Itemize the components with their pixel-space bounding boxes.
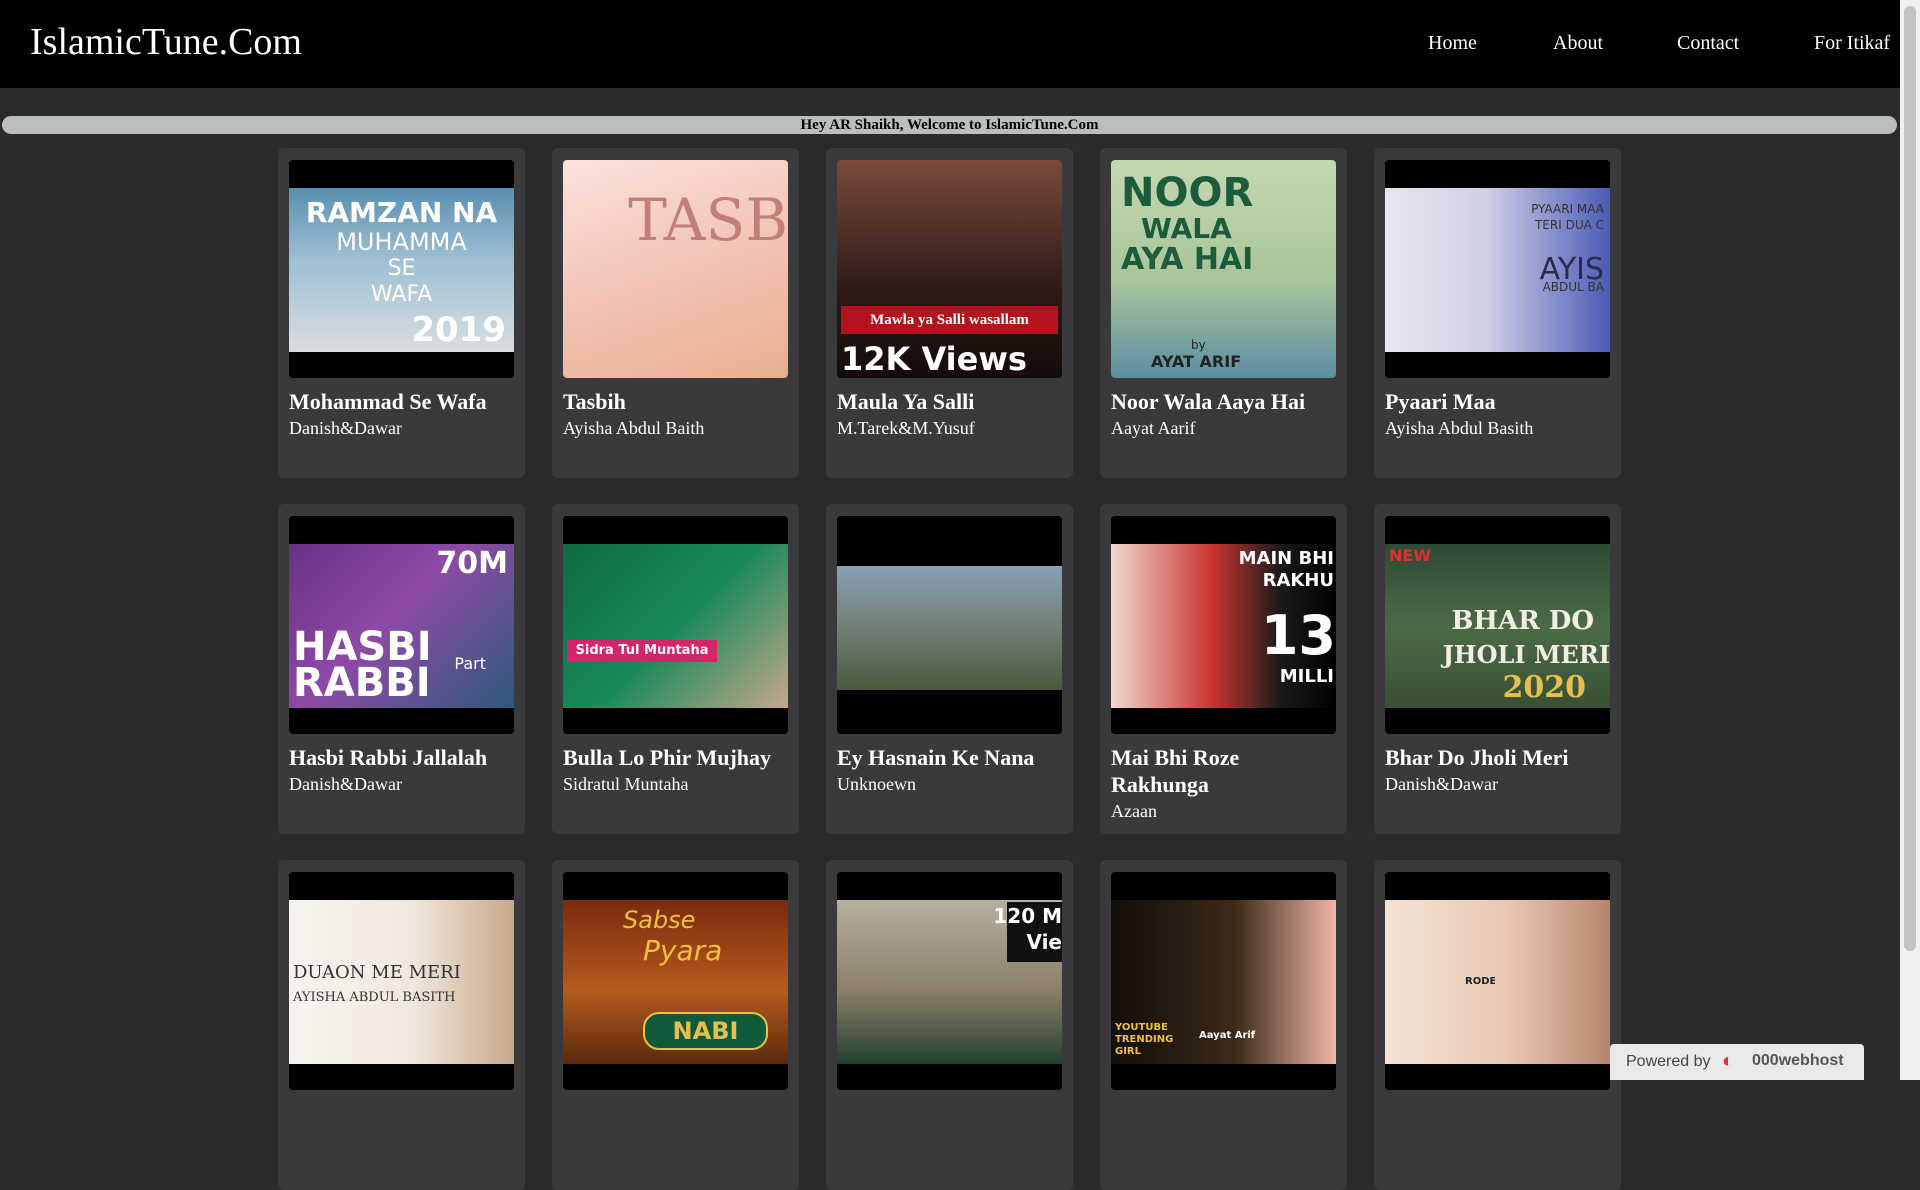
song-thumbnail[interactable]: Sidra Tul Muntaha bbox=[563, 516, 788, 734]
song-artist: Ayisha Abdul Basith bbox=[1385, 418, 1534, 438]
song-title[interactable]: Hasbi Rabbi Jallalah bbox=[289, 744, 519, 771]
song-artist: M.Tarek&M.Yusuf bbox=[837, 418, 975, 438]
song-card-noor-wala-aaya-hai[interactable]: NOOR WALA AYA HAI by AYAT ARIF Noor Wala… bbox=[1100, 148, 1347, 478]
song-thumbnail[interactable]: NOOR WALA AYA HAI by AYAT ARIF bbox=[1111, 160, 1336, 378]
song-thumbnail[interactable] bbox=[837, 516, 1062, 734]
song-card-ey-hasnain-ke-nana[interactable]: Ey Hasnain Ke Nana Unknoewn bbox=[826, 504, 1073, 834]
song-thumbnail[interactable]: TASB bbox=[563, 160, 788, 378]
song-artist: Danish&Dawar bbox=[1385, 774, 1498, 794]
song-title[interactable]: Pyaari Maa bbox=[1385, 388, 1615, 415]
song-card-bulla-lo-phir-mujhay[interactable]: Sidra Tul Muntaha Bulla Lo Phir Mujhay S… bbox=[552, 504, 799, 834]
song-title[interactable]: Mohammad Se Wafa bbox=[289, 388, 519, 415]
song-thumbnail[interactable]: RODE bbox=[1385, 872, 1610, 1090]
song-card-pyaari-maa[interactable]: PYAARI MAA TERI DUA C AYIS ABDUL BA Pyaa… bbox=[1374, 148, 1621, 478]
scrollbar-thumb[interactable] bbox=[1904, 6, 1916, 951]
song-thumbnail[interactable]: Mawla ya Salli wasallam 12K Views bbox=[837, 160, 1062, 378]
welcome-banner: Hey AR Shaikh, Welcome to IslamicTune.Co… bbox=[2, 116, 1897, 134]
song-title[interactable]: Ey Hasnain Ke Nana bbox=[837, 744, 1067, 771]
song-card-tajdar-e-haram[interactable]: YOUTUBE TRENDING GIRL Aayat Arif bbox=[1100, 860, 1347, 1190]
main-nav: Home About Contact For Itikaf bbox=[0, 32, 1900, 62]
nav-contact[interactable]: Contact bbox=[1677, 32, 1739, 55]
song-card-duaon-me-meri[interactable]: DUAON ME MERI AYISHA ABDUL BASITH bbox=[278, 860, 525, 1190]
nav-about[interactable]: About bbox=[1553, 32, 1603, 55]
powered-by-badge[interactable]: Powered by ◐ 000webhost bbox=[1610, 1044, 1864, 1080]
song-artist: Aayat Aarif bbox=[1111, 418, 1196, 438]
nav-for-itikaf[interactable]: For Itikaf bbox=[1814, 32, 1890, 55]
song-artist: Azaan bbox=[1111, 801, 1157, 821]
song-card-sabse-pyara-nabi[interactable]: Sabse Pyara NABI bbox=[552, 860, 799, 1190]
song-card-row3-5[interactable]: RODE bbox=[1374, 860, 1621, 1190]
song-title[interactable]: Tasbih bbox=[563, 388, 793, 415]
song-artist: Danish&Dawar bbox=[289, 774, 402, 794]
webhost-logo-icon: ◐ bbox=[1722, 1050, 1735, 1072]
song-thumbnail[interactable]: PYAARI MAA TERI DUA C AYIS ABDUL BA bbox=[1385, 160, 1610, 378]
song-thumbnail[interactable]: DUAON ME MERI AYISHA ABDUL BASITH bbox=[289, 872, 514, 1090]
song-artist: Unknoewn bbox=[837, 774, 916, 794]
song-card-hasbi-rabbi-jallalah[interactable]: 70M HASBI RABBI Part Hasbi Rabbi Jallala… bbox=[278, 504, 525, 834]
song-card-mai-bhi-roze-rakhunga[interactable]: MAIN BHI RAKHU 13 MILLI Mai Bhi Roze Rak… bbox=[1100, 504, 1347, 834]
song-card-maula-ya-salli[interactable]: Mawla ya Salli wasallam 12K Views Maula … bbox=[826, 148, 1073, 478]
song-title[interactable]: Maula Ya Salli bbox=[837, 388, 1067, 415]
song-card-mohammad-se-wafa[interactable]: RAMZAN NA MUHAMMA SE WAFA 2019 Mohammad … bbox=[278, 148, 525, 478]
song-thumbnail[interactable]: RAMZAN NA MUHAMMA SE WAFA 2019 bbox=[289, 160, 514, 378]
song-title[interactable]: Bhar Do Jholi Meri bbox=[1385, 744, 1615, 771]
song-thumbnail[interactable]: Sabse Pyara NABI bbox=[563, 872, 788, 1090]
song-title[interactable]: Mai Bhi Roze Rakhunga bbox=[1111, 744, 1341, 798]
vertical-scrollbar[interactable] bbox=[1900, 0, 1920, 1080]
song-card-bhar-do-jholi-meri[interactable]: NEW BHAR DO JHOLI MERI 2020 Bhar Do Jhol… bbox=[1374, 504, 1621, 834]
nav-home[interactable]: Home bbox=[1428, 32, 1477, 55]
song-thumbnail[interactable]: NEW BHAR DO JHOLI MERI 2020 bbox=[1385, 516, 1610, 734]
song-grid: RAMZAN NA MUHAMMA SE WAFA 2019 Mohammad … bbox=[278, 148, 1624, 1190]
song-card-tasbih[interactable]: TASB Tasbih Ayisha Abdul Baith bbox=[552, 148, 799, 478]
song-thumbnail[interactable]: MAIN BHI RAKHU 13 MILLI bbox=[1111, 516, 1336, 734]
song-title[interactable]: Bulla Lo Phir Mujhay bbox=[563, 744, 793, 771]
powered-by-label: Powered by bbox=[1626, 1053, 1711, 1070]
song-title[interactable]: Noor Wala Aaya Hai bbox=[1111, 388, 1341, 415]
top-navbar: IslamicTune.Com Home About Contact For I… bbox=[0, 0, 1900, 88]
song-artist: Danish&Dawar bbox=[289, 418, 402, 438]
song-artist: Ayisha Abdul Baith bbox=[563, 418, 705, 438]
song-thumbnail[interactable]: YOUTUBE TRENDING GIRL Aayat Arif bbox=[1111, 872, 1336, 1090]
song-card-row3-3[interactable]: 120 M Vie bbox=[826, 860, 1073, 1190]
song-artist: Sidratul Muntaha bbox=[563, 774, 689, 794]
webhost-name: 000webhost bbox=[1752, 1052, 1844, 1069]
song-thumbnail[interactable]: 70M HASBI RABBI Part bbox=[289, 516, 514, 734]
song-thumbnail[interactable]: 120 M Vie bbox=[837, 872, 1062, 1090]
